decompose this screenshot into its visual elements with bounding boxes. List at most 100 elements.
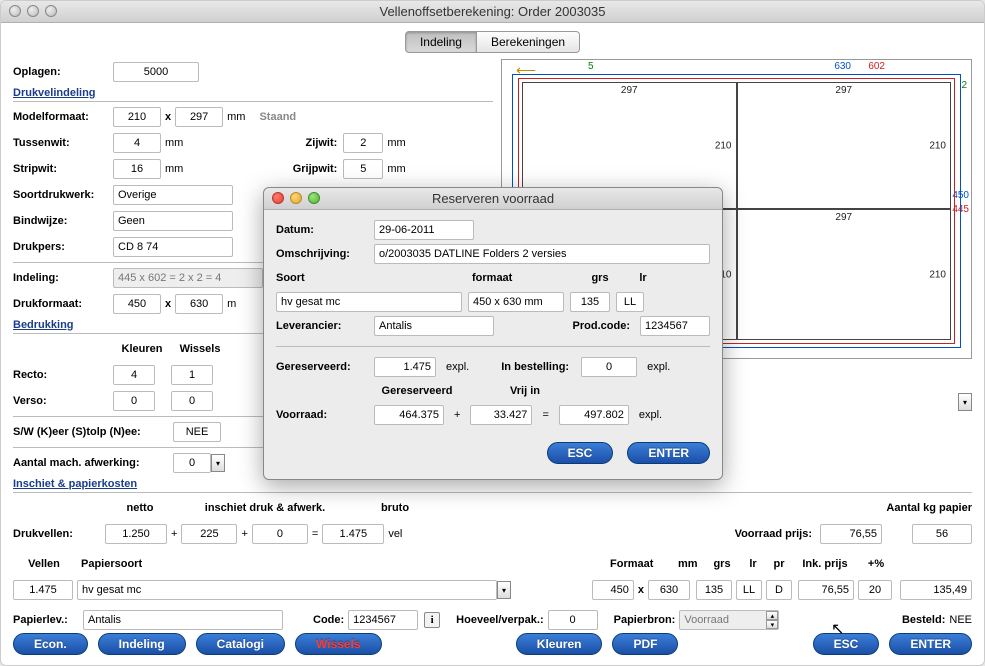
voorraad-label: Voorraad: [276,409,368,421]
drukformaat-label: Drukformaat: [13,298,113,310]
inbestelling-input[interactable] [581,357,637,377]
aantal-input[interactable] [173,453,211,473]
grijpwit-input[interactable] [343,159,383,179]
dv-netto[interactable] [105,524,167,544]
zijwit-input[interactable] [343,133,383,153]
zoom-icon[interactable] [45,5,57,17]
voorraad-b [470,405,532,425]
main-window: Vellenoffsetberekening: Order 2003035 In… [0,0,985,666]
tussenwit-label: Tussenwit: [13,137,113,149]
drukpers-select[interactable] [113,237,233,257]
dialog-enter-button[interactable]: ENTER [627,442,710,464]
info-icon[interactable]: i [424,612,440,628]
soortdrukwerk-label: Soortdrukwerk: [13,189,113,201]
dim-630: 630 [834,61,851,72]
grs-input[interactable] [696,580,732,600]
voorraad-sum [559,405,629,425]
besteld-label: Besteld: [902,614,945,626]
dim-5: 5 [588,61,594,72]
papierlev-input[interactable] [83,610,283,630]
gereserveerd-hdr: Gereserveerd [374,385,460,397]
dialog-minimize-icon[interactable] [290,192,302,204]
oplagen-input[interactable] [113,62,199,82]
pdf-button[interactable]: PDF [612,633,678,655]
verso-wissels[interactable] [171,391,213,411]
stepper-up-icon[interactable]: ▴ [766,611,778,620]
gereserveerd-input[interactable] [374,357,436,377]
tab-indeling[interactable]: Indeling [405,31,477,53]
section-drukvelindeling: Drukvelindeling [13,87,493,99]
voorraad-a [374,405,444,425]
papierbron-select[interactable] [679,610,779,630]
papierbron-label: Papierbron: [614,614,676,626]
hoeveel-label: Hoeveel/verpak.: [456,614,543,626]
tussenwit-input[interactable] [113,133,161,153]
lr-input[interactable] [736,580,762,600]
drukpers-label: Drukpers: [13,241,113,253]
sw-input[interactable] [173,422,221,442]
fmt-h[interactable] [648,580,690,600]
besteld-value: NEE [949,614,972,626]
fmt-w[interactable] [592,580,634,600]
main-esc-button[interactable]: ESC [813,633,880,655]
papiersoort-select[interactable] [77,580,497,600]
stepper-down-icon[interactable]: ▾ [766,620,778,629]
hoeveel-input[interactable] [548,610,598,630]
drukformaat-w-input[interactable] [113,294,161,314]
recto-wissels[interactable] [171,365,213,385]
pr-input[interactable] [766,580,792,600]
modelformaat-label: Modelformaat: [13,111,113,123]
recto-label: Recto: [13,369,113,381]
omschrijving-input[interactable] [374,244,710,264]
code-input[interactable] [348,610,418,630]
datum-input[interactable] [374,220,474,240]
model-w-input[interactable] [113,107,161,127]
leverancier-input[interactable] [374,316,494,336]
aantal-dropdown-icon[interactable]: ▾ [211,454,225,472]
minimize-icon[interactable] [27,5,39,17]
pct-input[interactable] [858,580,892,600]
voorraadprijs[interactable] [820,524,882,544]
dlg-lr-input[interactable] [616,292,644,312]
soortdrukwerk-select[interactable] [113,185,233,205]
datum-label: Datum: [276,224,368,236]
code-label: Code: [313,614,344,626]
tab-berekeningen[interactable]: Berekeningen [477,31,580,53]
model-h-input[interactable] [175,107,223,127]
dv-b[interactable] [252,524,308,544]
catalogi-button[interactable]: Catalogi [196,633,285,655]
prodcode-input[interactable] [640,316,710,336]
traffic-lights [9,5,57,17]
formaat-input[interactable] [468,292,564,312]
stripwit-input[interactable] [113,159,161,179]
papiersoort-dropdown-icon[interactable]: ▾ [497,581,511,599]
dialog-esc-button[interactable]: ESC [547,442,614,464]
formaat-hdr: formaat [472,272,572,284]
dlg-grs-input[interactable] [570,292,610,312]
verso-kleuren[interactable] [113,391,155,411]
recto-kleuren[interactable] [113,365,155,385]
grs-hdr: grs [578,272,622,284]
close-icon[interactable] [9,5,21,17]
dialog-zoom-icon[interactable] [308,192,320,204]
kleuren-button[interactable]: Kleuren [516,633,603,655]
drukformaat-h-input[interactable] [175,294,223,314]
indeling-button[interactable]: Indeling [98,633,186,655]
econ-button[interactable]: Econ. [13,633,88,655]
titlebar: Vellenoffsetberekening: Order 2003035 [1,1,984,23]
right-dropdown-icon[interactable]: ▾ [958,393,972,411]
inkprijs-input[interactable] [798,580,854,600]
indeling-readonly [113,268,263,288]
dialog-close-icon[interactable] [272,192,284,204]
soort-input[interactable] [276,292,462,312]
view-tabs: Indeling Berekeningen [13,31,972,53]
dv-a[interactable] [181,524,237,544]
vellen-input[interactable] [13,580,73,600]
dv-bruto[interactable] [322,524,384,544]
main-enter-button[interactable]: ENTER [889,633,972,655]
aantal-label: Aantal mach. afwerking: [13,457,173,469]
dialog-title: Reserveren voorraad [264,191,722,206]
window-title: Vellenoffsetberekening: Order 2003035 [1,4,984,19]
bindwijze-select[interactable] [113,211,233,231]
wissels-button[interactable]: Wissels [295,633,382,655]
